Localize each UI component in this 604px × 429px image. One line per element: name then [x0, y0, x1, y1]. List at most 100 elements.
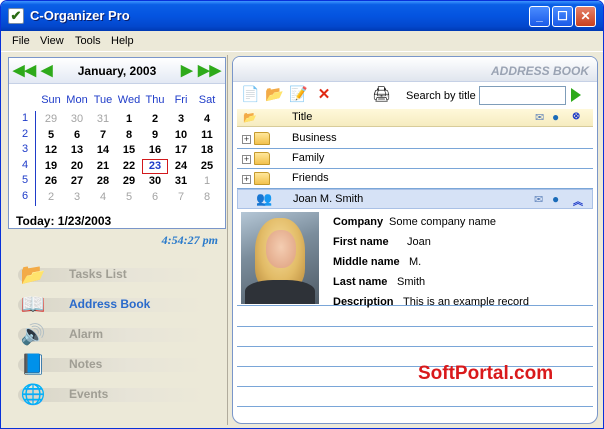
calendar-day[interactable]: 29: [38, 112, 64, 127]
prev-year-icon[interactable]: ◀◀: [13, 63, 36, 78]
calendar-day[interactable]: 5: [38, 128, 64, 143]
menu-help[interactable]: Help: [111, 35, 134, 47]
calendar-day[interactable]: 28: [90, 174, 116, 189]
next-year-icon[interactable]: ▶▶: [198, 63, 221, 78]
calendar-day[interactable]: 1: [194, 174, 220, 189]
menu-view[interactable]: View: [40, 35, 64, 47]
calendar-day[interactable]: 8: [194, 190, 220, 205]
calendar-day[interactable]: 9: [142, 128, 168, 143]
open-folder-icon[interactable]: 📂: [265, 86, 284, 104]
window-title: C-Organizer Pro: [30, 8, 130, 23]
calendar-day[interactable]: 20: [64, 159, 90, 174]
weekday-label: Sun: [41, 94, 61, 106]
calendar-day[interactable]: 10: [168, 128, 194, 143]
watermark: SoftPortal.com: [418, 363, 554, 384]
calendar-day[interactable]: 5: [116, 190, 142, 205]
calendar-day[interactable]: 3: [168, 112, 194, 127]
week-number: 2: [21, 127, 29, 140]
week-number: 3: [21, 143, 29, 155]
delete-icon[interactable]: ✕: [315, 86, 333, 104]
calendar-day[interactable]: 3: [64, 190, 90, 205]
weekday-label: Thu: [145, 94, 165, 106]
splitter[interactable]: [227, 55, 228, 425]
prev-month-icon[interactable]: ◀: [41, 63, 53, 78]
contact-row[interactable]: 👥 Joan M. Smith ✉ ● ︽: [237, 189, 593, 209]
search-input[interactable]: [479, 86, 566, 105]
calendar-day[interactable]: 11: [194, 128, 220, 143]
nav-notes[interactable]: 📘 Notes: [14, 353, 204, 377]
calendar-day[interactable]: 29: [116, 174, 142, 189]
calendar-day[interactable]: 7: [90, 128, 116, 143]
calendar-day[interactable]: 26: [38, 174, 64, 189]
calendar-day[interactable]: 14: [90, 143, 116, 158]
detail-value: Smith: [397, 276, 426, 288]
nav-label: Notes: [69, 357, 103, 371]
calendar-month: January, 2003: [77, 64, 157, 78]
calendar-day[interactable]: 17: [168, 143, 194, 158]
minimize-button[interactable]: _: [529, 6, 550, 27]
panel-title: ADDRESS BOOK: [490, 64, 589, 78]
calendar-day[interactable]: 6: [64, 128, 90, 143]
calendar-day[interactable]: 18: [194, 143, 220, 158]
weekday-label: Fri: [174, 94, 188, 106]
group-row-family[interactable]: + Family: [237, 149, 593, 169]
calendar-day[interactable]: 24: [168, 159, 194, 174]
clock: 4:54:27 pm: [161, 233, 218, 247]
edit-record-icon[interactable]: 📝: [289, 86, 308, 104]
calendar-day[interactable]: 2: [38, 190, 64, 205]
sort-icon[interactable]: 📂: [243, 111, 257, 124]
menu-file[interactable]: File: [12, 35, 30, 47]
detail-value: Some company name: [389, 216, 496, 228]
calendar-day[interactable]: 31: [90, 112, 116, 127]
folder-icon: [254, 152, 270, 165]
calendar-day[interactable]: 21: [90, 159, 116, 174]
globe-icon[interactable]: ●: [552, 192, 559, 206]
next-month-icon[interactable]: ▶: [181, 63, 193, 78]
menu-tools[interactable]: Tools: [75, 35, 101, 47]
notes-icon: 📘: [20, 354, 46, 376]
print-icon[interactable]: 🖨: [372, 86, 391, 104]
calendar-day[interactable]: 1: [116, 112, 142, 127]
calendar-day[interactable]: 7: [168, 190, 194, 205]
calendar-day[interactable]: 30: [142, 174, 168, 189]
calendar-day[interactable]: 25: [194, 159, 220, 174]
collapse-all-icon[interactable]: ⊗: [572, 111, 580, 122]
expand-icon[interactable]: +: [242, 175, 251, 184]
weekday-label: Tue: [93, 94, 113, 106]
calendar-day[interactable]: 6: [142, 190, 168, 205]
nav-address-book[interactable]: 📖 Address Book: [14, 293, 204, 317]
detail-key: First name: [333, 236, 389, 248]
new-record-icon[interactable]: 📄: [241, 86, 260, 104]
collapse-icon[interactable]: ︽: [573, 193, 583, 208]
nav-label: Tasks List: [69, 267, 127, 281]
calendar-day[interactable]: 4: [194, 112, 220, 127]
app-window: ✔ C-Organizer Pro _ ☐ ✕ File View Tools …: [0, 0, 604, 429]
group-row-business[interactable]: + Business: [237, 129, 593, 149]
group-row-friends[interactable]: + Friends: [237, 169, 593, 189]
calendar-day[interactable]: 4: [90, 190, 116, 205]
today-label[interactable]: Today: 1/23/2003: [16, 214, 111, 228]
envelope-icon[interactable]: ✉: [534, 193, 543, 206]
expand-icon[interactable]: +: [242, 135, 251, 144]
nav-tasks-list[interactable]: 📂 Tasks List: [14, 263, 204, 287]
close-button[interactable]: ✕: [575, 6, 596, 27]
calendar-day[interactable]: 31: [168, 174, 194, 189]
column-title[interactable]: Title: [292, 111, 312, 123]
calendar-day[interactable]: 15: [116, 143, 142, 158]
expand-icon[interactable]: +: [242, 155, 251, 164]
nav-alarm[interactable]: 🔊 Alarm: [14, 323, 204, 347]
nav-events[interactable]: 🌐 Events: [14, 383, 204, 407]
calendar-today-cell[interactable]: 23: [142, 158, 168, 174]
calendar-day[interactable]: 30: [64, 112, 90, 127]
calendar-day[interactable]: 8: [116, 128, 142, 143]
calendar-day[interactable]: 13: [64, 143, 90, 158]
calendar-day[interactable]: 22: [116, 159, 142, 174]
search-go-icon[interactable]: [571, 88, 581, 102]
calendar-day[interactable]: 12: [38, 143, 64, 158]
maximize-button[interactable]: ☐: [552, 6, 573, 27]
calendar-day[interactable]: 19: [38, 159, 64, 174]
calendar-day[interactable]: 2: [142, 112, 168, 127]
calendar-day[interactable]: 16: [142, 143, 168, 158]
calendar-day[interactable]: 27: [64, 174, 90, 189]
title-bar[interactable]: ✔ C-Organizer Pro _ ☐ ✕: [1, 1, 603, 31]
